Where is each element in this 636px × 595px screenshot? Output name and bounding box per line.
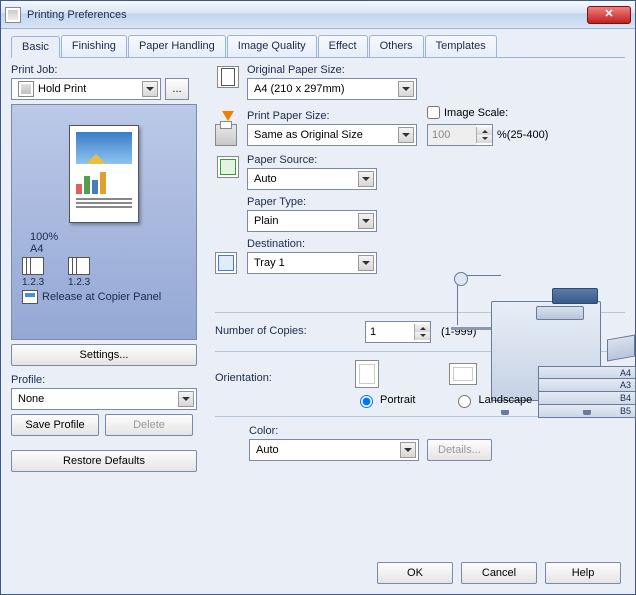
image-scale-input[interactable] <box>427 124 493 146</box>
tab-basic[interactable]: Basic <box>11 36 60 58</box>
chevron-down-icon <box>358 171 374 187</box>
image-scale-label: Image Scale: <box>444 107 508 119</box>
image-scale-checkbox[interactable]: Image Scale: <box>427 106 508 119</box>
image-scale-check[interactable] <box>427 106 440 119</box>
save-profile-button[interactable]: Save Profile <box>11 414 99 436</box>
landscape-label: Landscape <box>478 394 532 406</box>
image-scale-spinner[interactable] <box>476 127 492 143</box>
profile-label: Profile: <box>11 374 201 386</box>
paper-type-value: Plain <box>254 215 354 227</box>
collate-icon-2: 1.2.3 <box>68 257 96 288</box>
help-button[interactable]: Help <box>545 562 621 584</box>
release-icon <box>22 290 38 304</box>
preview-photo-icon <box>76 132 132 164</box>
chevron-down-icon <box>398 127 414 143</box>
settings-button[interactable]: Settings... <box>11 344 197 366</box>
original-size-icon <box>217 66 239 88</box>
paper-source-label: Paper Source: <box>247 154 625 166</box>
chevron-down-icon <box>142 81 158 97</box>
color-icon <box>217 433 239 455</box>
restore-defaults-button[interactable]: Restore Defaults <box>11 450 197 472</box>
paper-type-combo[interactable]: Plain <box>247 210 377 232</box>
print-size-value: Same as Original Size <box>254 129 394 141</box>
copies-spinner[interactable] <box>414 324 430 340</box>
chevron-down-icon <box>398 81 414 97</box>
paper-type-label: Paper Type: <box>247 196 625 208</box>
preview-chart-icon <box>76 168 132 194</box>
tab-finishing[interactable]: Finishing <box>61 35 127 57</box>
chevron-down-icon <box>178 391 194 407</box>
printer-icon <box>5 7 21 23</box>
collate-caption-2: 1.2.3 <box>68 277 96 288</box>
profile-value: None <box>18 393 174 405</box>
client-area: Basic Finishing Paper Handling Image Qua… <box>1 29 635 594</box>
image-scale-range: %(25-400) <box>497 129 548 141</box>
print-job-value: Hold Print <box>38 83 138 95</box>
print-size-combo[interactable]: Same as Original Size <box>247 124 417 146</box>
tab-paper-handling[interactable]: Paper Handling <box>128 35 226 57</box>
print-size-label: Print Paper Size: <box>247 110 417 122</box>
printer-icon <box>215 124 237 146</box>
original-size-label: Original Paper Size: <box>247 64 625 76</box>
landscape-radio[interactable]: Landscape <box>453 392 532 408</box>
portrait-radio[interactable]: Portrait <box>355 392 415 408</box>
portrait-icon <box>355 360 379 388</box>
copies-input[interactable] <box>365 321 431 343</box>
hold-print-icon <box>18 81 34 97</box>
destination-combo[interactable]: Tray 1 <box>247 252 377 274</box>
color-combo[interactable]: Auto <box>249 439 419 461</box>
printing-preferences-window: Printing Preferences ✕ Basic Finishing P… <box>0 0 636 595</box>
dialog-footer: OK Cancel Help <box>377 562 621 584</box>
color-value: Auto <box>256 444 396 456</box>
tab-others[interactable]: Others <box>369 35 424 57</box>
original-size-value: A4 (210 x 297mm) <box>254 83 394 95</box>
preview-lines-icon <box>76 198 132 208</box>
window-title: Printing Preferences <box>27 9 587 21</box>
tab-templates[interactable]: Templates <box>425 35 497 57</box>
preview-pane: 100% A4 1.2.3 1.2.3 Re <box>11 104 197 340</box>
chevron-down-icon <box>358 255 374 271</box>
tab-effect[interactable]: Effect <box>318 35 368 57</box>
orientation-label: Orientation: <box>215 372 272 384</box>
copies-label: Number of Copies: <box>215 325 355 337</box>
image-scale-field[interactable] <box>428 125 476 145</box>
chevron-down-icon <box>358 213 374 229</box>
release-label: Release at Copier Panel <box>42 291 161 303</box>
paper-source-value: Auto <box>254 173 354 185</box>
delete-profile-button[interactable]: Delete <box>105 414 193 436</box>
original-size-combo[interactable]: A4 (210 x 297mm) <box>247 78 417 100</box>
print-job-options-button[interactable]: ... <box>165 78 189 100</box>
cancel-button[interactable]: Cancel <box>461 562 537 584</box>
tab-image-quality[interactable]: Image Quality <box>227 35 317 57</box>
ok-button[interactable]: OK <box>377 562 453 584</box>
destination-label: Destination: <box>247 238 625 250</box>
preview-paper: A4 <box>30 243 43 255</box>
collate-icon-1: 1.2.3 <box>22 257 50 288</box>
left-column: Print Job: Hold Print ... 100% <box>11 64 201 472</box>
paper-source-icon <box>217 156 239 178</box>
right-column: Original Paper Size: A4 (210 x 297mm) Pr… <box>215 64 625 472</box>
collate-caption-1: 1.2.3 <box>22 277 50 288</box>
print-job-label: Print Job: <box>11 64 201 76</box>
preview-page <box>69 125 139 223</box>
chevron-down-icon <box>400 442 416 458</box>
preview-zoom: 100% <box>30 231 58 243</box>
tab-strip: Basic Finishing Paper Handling Image Qua… <box>11 35 625 58</box>
profile-combo[interactable]: None <box>11 388 197 410</box>
color-label: Color: <box>249 425 492 437</box>
color-details-button[interactable]: Details... <box>427 439 492 461</box>
close-button[interactable]: ✕ <box>587 6 631 24</box>
titlebar: Printing Preferences ✕ <box>1 1 635 29</box>
portrait-label: Portrait <box>380 394 415 406</box>
paper-source-combo[interactable]: Auto <box>247 168 377 190</box>
landscape-icon <box>449 363 477 385</box>
destination-icon <box>215 252 237 274</box>
copies-field[interactable] <box>366 322 414 342</box>
print-job-combo[interactable]: Hold Print <box>11 78 161 100</box>
destination-value: Tray 1 <box>254 257 354 269</box>
